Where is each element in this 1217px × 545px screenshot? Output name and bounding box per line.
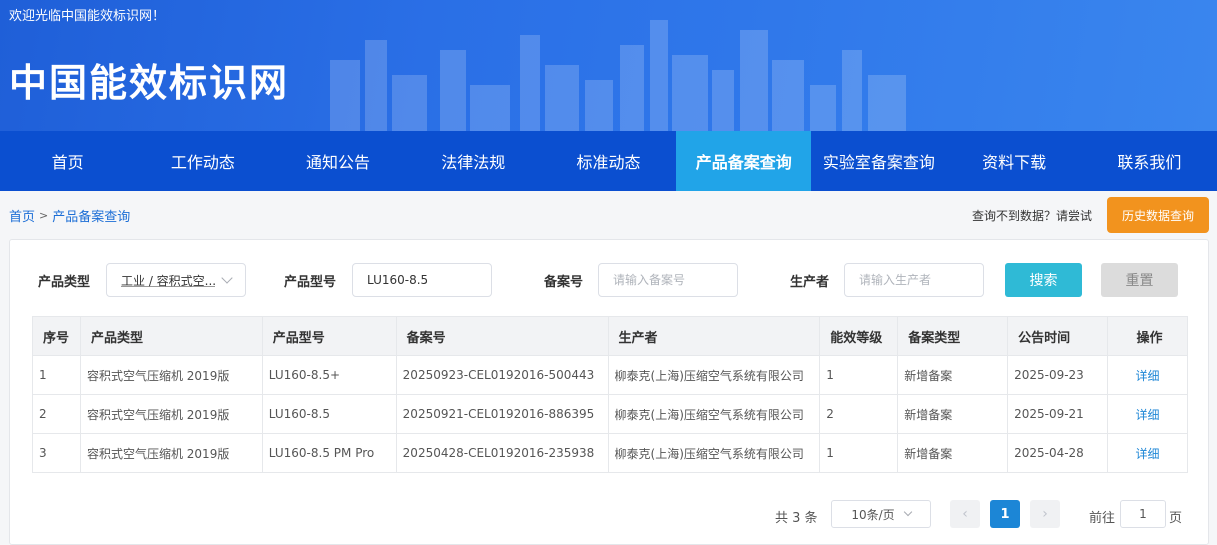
goto-prefix-label: 前往 <box>1089 511 1116 526</box>
record-number-label: 备案号 <box>544 275 584 290</box>
product-type-value: 工业 / 容积式空... <box>121 273 215 288</box>
cell-producer: 柳泰克(上海)压缩空气系统有限公司 <box>607 355 821 395</box>
history-data-query-button[interactable]: 历史数据查询 <box>1107 197 1209 233</box>
cell-efficiency-grade: 1 <box>819 355 899 395</box>
cell-product-type: 容积式空气压缩机 2019版 <box>79 433 263 473</box>
cell-efficiency-grade: 1 <box>819 433 899 473</box>
detail-link[interactable]: 详细 <box>1135 447 1159 461</box>
breadcrumb-home-link[interactable]: 首页 <box>9 206 35 225</box>
breadcrumb-separator: > <box>39 209 49 222</box>
page-number-current[interactable]: 1 <box>990 500 1020 528</box>
nav-item-product-record-query[interactable]: 产品备案查询 <box>676 131 812 191</box>
col-header-record-number: 备案号 <box>395 316 609 356</box>
cell-model: LU160-8.5 <box>261 394 397 434</box>
col-header-announce-date: 公告时间 <box>1007 316 1108 356</box>
col-header-efficiency-grade: 能效等级 <box>819 316 899 356</box>
cell-product-type: 容积式空气压缩机 2019版 <box>79 394 263 434</box>
page-size-select[interactable]: 10条/页 <box>831 500 931 528</box>
product-model-field[interactable] <box>367 273 477 287</box>
cell-index: 1 <box>32 355 81 395</box>
chevron-left-icon: ‹ <box>962 506 968 522</box>
col-header-record-type: 备案类型 <box>897 316 1009 356</box>
product-type-select[interactable]: 工业 / 容积式空... <box>106 263 246 297</box>
page-size-value: 10条/页 <box>851 507 895 522</box>
cell-announce-date: 2025-09-23 <box>1007 355 1108 395</box>
query-panel: 产品类型 工业 / 容积式空... 产品型号 备案号 生产者 搜索 重置 序号 … <box>9 239 1209 545</box>
nav-item-work-news[interactable]: 工作动态 <box>135 131 270 191</box>
cell-record-type: 新增备案 <box>897 394 1009 434</box>
cell-record-type: 新增备案 <box>897 433 1009 473</box>
cell-announce-date: 2025-04-28 <box>1007 433 1108 473</box>
no-data-hint: 查询不到数据？请尝试 <box>972 209 1093 223</box>
search-button[interactable]: 搜索 <box>1005 263 1082 297</box>
breadcrumb-current[interactable]: 产品备案查询 <box>52 206 130 225</box>
col-header-producer: 生产者 <box>607 316 821 356</box>
cell-record-number: 20250921-CEL0192016-886395 <box>395 394 609 434</box>
cell-record-number: 20250923-CEL0192016-500443 <box>395 355 609 395</box>
table-row: 2 容积式空气压缩机 2019版 LU160-8.5 20250921-CEL0… <box>32 394 1188 434</box>
table-row: 3 容积式空气压缩机 2019版 LU160-8.5 PM Pro 202504… <box>32 433 1188 473</box>
producer-field[interactable] <box>859 273 969 287</box>
col-header-product-type: 产品类型 <box>79 316 263 356</box>
cell-product-type: 容积式空气压缩机 2019版 <box>79 355 263 395</box>
col-header-model: 产品型号 <box>261 316 397 356</box>
cell-efficiency-grade: 2 <box>819 394 899 434</box>
cell-action: 详细 <box>1107 433 1188 473</box>
product-type-label: 产品类型 <box>38 275 91 290</box>
goto-page-input[interactable] <box>1120 500 1166 528</box>
product-model-label: 产品型号 <box>284 275 337 290</box>
cell-producer: 柳泰克(上海)压缩空气系统有限公司 <box>607 394 821 434</box>
table-header-row: 序号 产品类型 产品型号 备案号 生产者 能效等级 备案类型 公告时间 操作 <box>32 316 1188 356</box>
cell-index: 3 <box>32 433 81 473</box>
cell-producer: 柳泰克(上海)压缩空气系统有限公司 <box>607 433 821 473</box>
cell-model: LU160-8.5 PM Pro <box>261 433 397 473</box>
nav-item-home[interactable]: 首页 <box>0 131 135 191</box>
product-model-input[interactable] <box>352 263 492 297</box>
chevron-down-icon <box>903 507 912 517</box>
cell-record-type: 新增备案 <box>897 355 1009 395</box>
nav-item-contact[interactable]: 联系我们 <box>1082 131 1217 191</box>
nav-item-lab-record-query[interactable]: 实验室备案查询 <box>811 131 946 191</box>
record-number-field[interactable] <box>613 273 723 287</box>
detail-link[interactable]: 详细 <box>1135 369 1159 383</box>
goto-suffix-label: 页 <box>1169 511 1183 526</box>
main-nav: 首页 工作动态 通知公告 法律法规 标准动态 产品备案查询 实验室备案查询 资料… <box>0 131 1217 191</box>
nav-item-laws[interactable]: 法律法规 <box>406 131 541 191</box>
cell-model: LU160-8.5+ <box>261 355 397 395</box>
goto-page-field[interactable] <box>1121 507 1165 521</box>
col-header-action: 操作 <box>1107 316 1188 356</box>
cell-action: 详细 <box>1107 355 1188 395</box>
producer-input[interactable] <box>844 263 984 297</box>
nav-item-downloads[interactable]: 资料下载 <box>947 131 1082 191</box>
total-count: 共 3 条 <box>775 511 818 526</box>
reset-button[interactable]: 重置 <box>1101 263 1178 297</box>
table-row: 1 容积式空气压缩机 2019版 LU160-8.5+ 20250923-CEL… <box>32 355 1188 395</box>
detail-link[interactable]: 详细 <box>1135 408 1159 422</box>
site-title: 中国能效标识网 <box>9 61 290 105</box>
nav-item-notices[interactable]: 通知公告 <box>270 131 405 191</box>
chevron-down-icon <box>221 272 233 284</box>
welcome-text: 欢迎光临中国能效标识网！ <box>9 9 166 24</box>
breadcrumb: 首页 > 产品备案查询 <box>9 206 130 225</box>
cell-record-number: 20250428-CEL0192016-235938 <box>395 433 609 473</box>
cell-index: 2 <box>32 394 81 434</box>
next-page-button[interactable]: › <box>1030 500 1060 528</box>
header-banner: 欢迎光临中国能效标识网！ 中国能效标识网 <box>0 0 1217 131</box>
results-table: 序号 产品类型 产品型号 备案号 生产者 能效等级 备案类型 公告时间 操作 1… <box>32 316 1188 473</box>
cell-action: 详细 <box>1107 394 1188 434</box>
prev-page-button[interactable]: ‹ <box>950 500 980 528</box>
nav-item-standards[interactable]: 标准动态 <box>541 131 676 191</box>
producer-label: 生产者 <box>790 275 830 290</box>
chevron-right-icon: › <box>1042 506 1048 522</box>
cell-announce-date: 2025-09-21 <box>1007 394 1108 434</box>
col-header-index: 序号 <box>32 316 81 356</box>
record-number-input[interactable] <box>598 263 738 297</box>
